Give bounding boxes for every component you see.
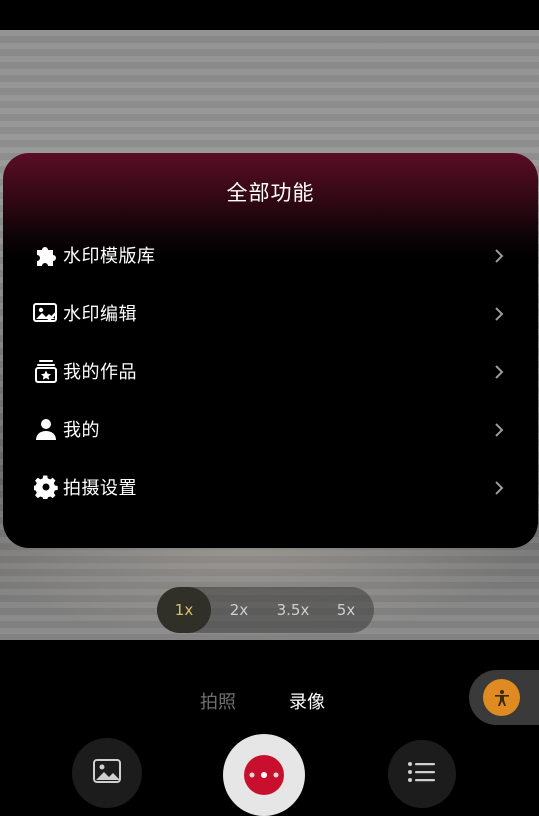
menu-item-watermark-edit[interactable]: 水印编辑: [3, 293, 538, 333]
record-button-icon: [244, 755, 284, 795]
all-functions-panel: 全部功能 水印模版库 水印编辑 我的作品 我的 拍摄设置: [3, 153, 538, 548]
person-icon: [33, 416, 59, 442]
image-edit-icon: [33, 300, 59, 326]
gallery-icon: [92, 758, 122, 788]
zoom-option-5x[interactable]: 5x: [323, 587, 369, 633]
puzzle-icon: [33, 242, 59, 268]
my-works-icon: [33, 358, 59, 384]
list-menu-icon: [407, 760, 437, 788]
chevron-right-icon: [490, 247, 508, 265]
menu-item-shooting-settings[interactable]: 拍摄设置: [3, 467, 538, 507]
menu-item-watermark-templates[interactable]: 水印模版库: [3, 235, 538, 275]
gear-icon: [33, 474, 59, 500]
menu-item-label: 我的: [63, 420, 100, 441]
chevron-right-icon: [490, 421, 508, 439]
record-button[interactable]: [223, 734, 305, 816]
chevron-right-icon: [490, 479, 508, 497]
status-bar: [0, 0, 539, 30]
chevron-right-icon: [490, 305, 508, 323]
more-menu-button[interactable]: [388, 740, 456, 808]
zoom-option-2x[interactable]: 2x: [215, 587, 263, 633]
menu-item-my-works[interactable]: 我的作品: [3, 351, 538, 391]
zoom-option-3-5x[interactable]: 3.5x: [267, 587, 319, 633]
menu-item-mine[interactable]: 我的: [3, 409, 538, 449]
gallery-button[interactable]: [72, 738, 142, 808]
menu-item-label: 拍摄设置: [63, 478, 137, 499]
panel-title: 全部功能: [226, 181, 315, 205]
mode-tab-photo[interactable]: 拍照: [200, 688, 236, 714]
zoom-option-1x[interactable]: 1x: [157, 587, 211, 633]
chevron-right-icon: [490, 363, 508, 381]
mode-tab-video[interactable]: 录像: [289, 688, 325, 714]
menu-item-label: 水印编辑: [63, 304, 137, 325]
menu-item-label: 水印模版库: [63, 246, 156, 267]
accessibility-float-button[interactable]: [469, 670, 539, 725]
zoom-selector: 1x 2x 3.5x 5x: [157, 587, 374, 633]
menu-item-label: 我的作品: [63, 362, 137, 383]
accessibility-icon: [483, 679, 520, 716]
